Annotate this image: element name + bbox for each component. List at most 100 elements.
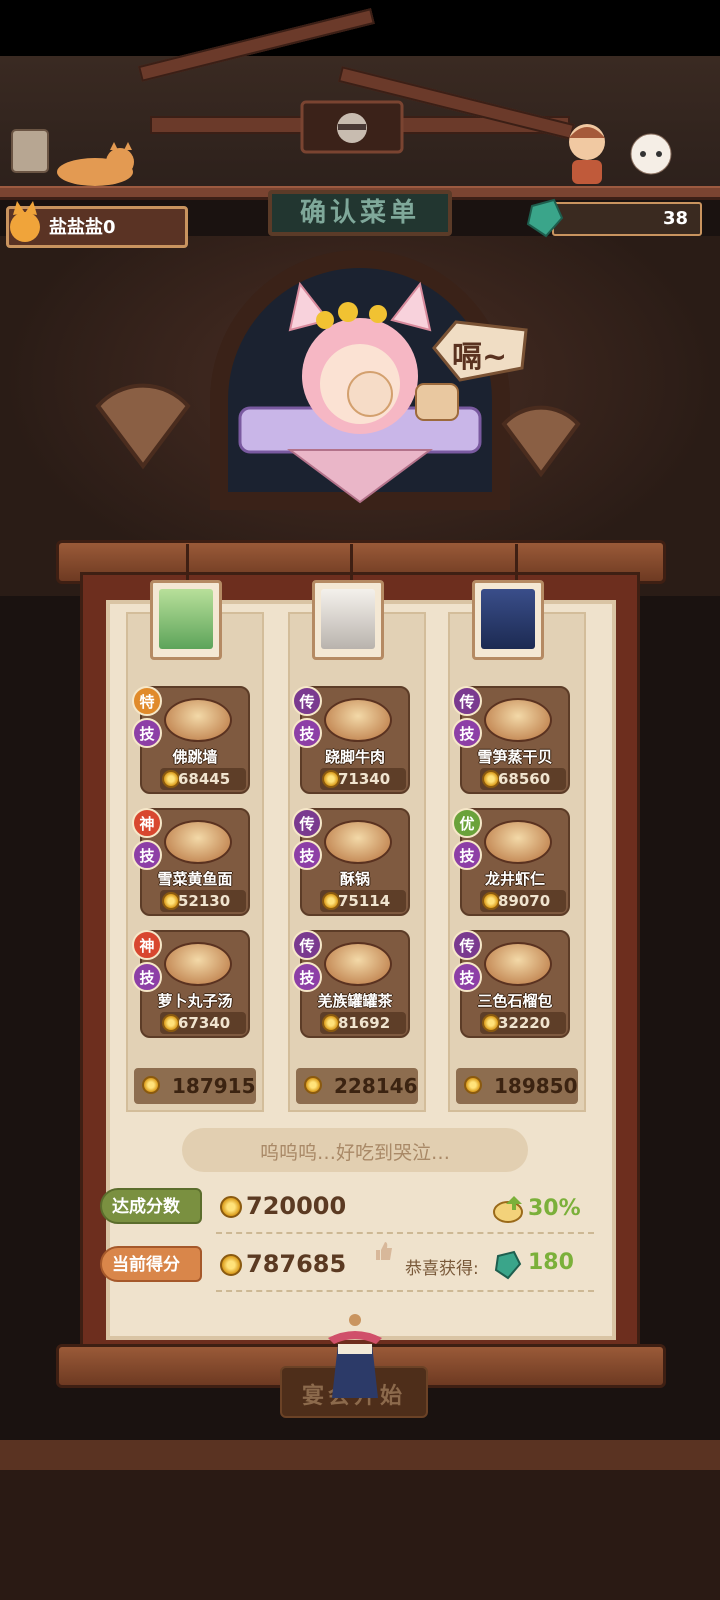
thumbs-up-icon (376, 1242, 392, 1260)
guest-white-hair-icon (321, 589, 375, 649)
dish-score: 68560 (498, 770, 551, 788)
dish-score: 68445 (178, 770, 231, 788)
dish-card[interactable]: 传 技 酥锅 75114 (292, 808, 410, 916)
divider (216, 1290, 594, 1292)
skill-badge: 技 (292, 840, 322, 870)
sign-title: 确认菜单 (299, 198, 420, 228)
guest-portrait-3[interactable] (472, 580, 544, 660)
skill-badge: 技 (452, 962, 482, 992)
dish-card[interactable]: 传 技 跷脚牛肉 71340 (292, 686, 410, 794)
column-total-value: 187915 (172, 1074, 256, 1098)
dish-icon (164, 820, 232, 864)
dish-card[interactable]: 神 技 雪菜黄鱼面 52130 (132, 808, 250, 916)
roof-scene (0, 8, 720, 200)
dish-name: 佛跳墙 (172, 748, 218, 766)
grade-badge: 传 (292, 930, 322, 960)
floor (0, 1440, 720, 1600)
dish-score: 32220 (498, 1014, 551, 1032)
coin-icon (220, 1254, 242, 1276)
coin-icon (142, 1076, 160, 1094)
dish-name: 雪菜黄鱼面 (157, 870, 233, 888)
dish-icon (484, 698, 552, 742)
comment-pill: 呜呜呜…好吃到哭泣… (182, 1128, 528, 1172)
guest-comment: 呜呜呜…好吃到哭泣… (259, 1142, 450, 1164)
dish-score: 52130 (178, 892, 231, 910)
dish-name: 酥锅 (339, 870, 370, 888)
speech-text: 嗝~ (452, 340, 508, 375)
target-score: 720000 (246, 1192, 347, 1220)
gem-count: 38 (662, 208, 688, 229)
dish-icon (484, 942, 552, 986)
skill-badge: 技 (132, 962, 162, 992)
skill-badge: 技 (292, 718, 322, 748)
reward-value: 180 (528, 1250, 574, 1275)
portrait-string (186, 544, 189, 584)
coin-bag-bonus-icon (493, 1196, 523, 1223)
dish-icon (484, 820, 552, 864)
column-total: 187915 (134, 1068, 256, 1104)
dish-card[interactable]: 传 技 羌族罐罐茶 81692 (292, 930, 410, 1038)
guest-dark-hair-icon (481, 589, 535, 649)
column-total: 189850 (456, 1068, 578, 1104)
current-score-tag: 当前得分 (100, 1246, 202, 1282)
bonus-percent: 30% (528, 1196, 581, 1221)
dish-score: 89070 (498, 892, 551, 910)
coin-icon (220, 1196, 242, 1218)
customer-cat-icon (630, 133, 672, 175)
jar-icon (11, 129, 49, 173)
customer-boy-icon (569, 124, 605, 184)
fan-left-icon (95, 383, 191, 470)
dish-card[interactable]: 传 技 三色石榴包 32220 (452, 930, 570, 1038)
grade-badge: 优 (452, 808, 482, 838)
menu-sign: 确认菜单 (268, 190, 452, 236)
speech-bubble: 嗝~ (430, 318, 530, 384)
host-character-icon (238, 281, 482, 504)
player-avatar-icon (10, 201, 40, 242)
fan-right-icon (501, 405, 581, 478)
grade-badge: 传 (292, 808, 322, 838)
dish-card[interactable]: 传 技 雪笋蒸干贝 68560 (452, 686, 570, 794)
guest-portrait-2[interactable] (312, 580, 384, 660)
jade-gem-icon (526, 198, 564, 238)
grade-badge: 传 (452, 686, 482, 716)
player-name: 盐盐盐0 (49, 217, 116, 238)
dish-name: 雪笋蒸干贝 (477, 748, 553, 766)
dish-icon (324, 698, 392, 742)
skill-badge: 技 (452, 840, 482, 870)
dish-icon (324, 820, 392, 864)
dish-name: 跷脚牛肉 (324, 748, 385, 766)
dish-score: 71340 (338, 770, 391, 788)
dish-name: 萝卜丸子汤 (157, 992, 233, 1010)
coin-icon (464, 1076, 482, 1094)
raccoon-plaque-icon (300, 100, 404, 154)
grade-badge: 传 (292, 686, 322, 716)
grade-badge: 神 (132, 808, 162, 838)
column-total-value: 189850 (494, 1074, 578, 1098)
dish-icon (324, 942, 392, 986)
grade-badge: 特 (132, 686, 162, 716)
dish-score: 67340 (178, 1014, 231, 1032)
player-badge[interactable]: 盐盐盐0 (6, 201, 188, 248)
grade-badge: 神 (132, 930, 162, 960)
status-bar (0, 0, 720, 56)
skill-badge: 技 (132, 718, 162, 748)
portrait-string (515, 544, 518, 584)
dish-card[interactable]: 优 技 龙井虾仁 89070 (452, 808, 570, 916)
gem-counter[interactable]: 38 (526, 198, 702, 238)
dish-score: 81692 (338, 1014, 391, 1032)
jade-gem-icon (494, 1250, 522, 1280)
dish-icon (164, 942, 232, 986)
dish-card[interactable]: 特 技 佛跳墙 68445 (132, 686, 250, 794)
target-score-tag: 达成分数 (100, 1188, 202, 1224)
skill-badge: 技 (292, 962, 322, 992)
guest-green-hair-icon (159, 589, 213, 649)
column-total-value: 228146 (334, 1074, 418, 1098)
tassel-ornament-icon (328, 1314, 382, 1398)
current-score: 787685 (246, 1250, 347, 1278)
skill-badge: 技 (452, 718, 482, 748)
guest-portrait-1[interactable] (150, 580, 222, 660)
cat-icon (57, 142, 134, 186)
dish-name: 龙井虾仁 (484, 870, 545, 888)
column-total: 228146 (296, 1068, 418, 1104)
dish-card[interactable]: 神 技 萝卜丸子汤 67340 (132, 930, 250, 1038)
